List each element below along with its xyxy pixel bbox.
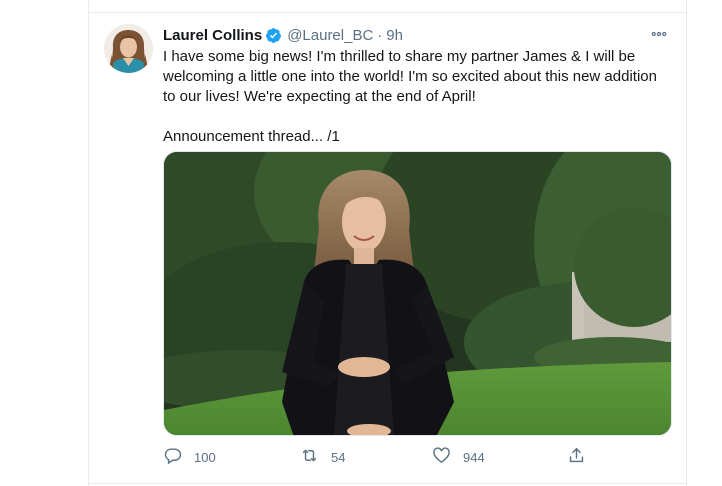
retweet-count: 54 xyxy=(331,449,346,465)
like-count: 944 xyxy=(463,449,485,465)
share-button[interactable] xyxy=(567,445,586,469)
reply-button[interactable]: 100 xyxy=(163,445,216,469)
more-options-icon[interactable] xyxy=(645,25,673,43)
tweet-body: I have some big news! I'm thrilled to sh… xyxy=(163,48,657,105)
tweet-actions: 100 54 944 xyxy=(163,445,673,469)
reply-icon xyxy=(163,446,182,468)
tweet-photo[interactable] xyxy=(163,151,672,436)
verified-badge-icon xyxy=(265,27,282,44)
retweet-icon xyxy=(300,446,319,468)
avatar[interactable] xyxy=(104,24,153,73)
timeline-right-border xyxy=(686,0,687,486)
author-handle[interactable]: @Laurel_BC xyxy=(287,27,373,44)
tweet-timestamp[interactable]: 9h xyxy=(386,27,403,44)
tweet-thread-note: Announcement thread... /1 xyxy=(163,128,340,145)
share-icon xyxy=(567,446,586,468)
like-icon xyxy=(432,446,451,468)
tweet-bottom-divider xyxy=(88,483,686,484)
tweet-text: I have some big news! I'm thrilled to sh… xyxy=(163,47,673,147)
tweet[interactable]: Laurel Collins @Laurel_BC · 9h I have so… xyxy=(89,13,686,483)
author-name[interactable]: Laurel Collins xyxy=(163,27,262,44)
photo-image xyxy=(164,152,671,435)
avatar-photo xyxy=(104,24,153,73)
retweet-button[interactable]: 54 xyxy=(300,445,345,469)
reply-count: 100 xyxy=(194,449,216,465)
like-button[interactable]: 944 xyxy=(432,445,485,469)
tweet-header: Laurel Collins @Laurel_BC · 9h xyxy=(163,24,403,46)
header-separator: · xyxy=(377,26,383,44)
